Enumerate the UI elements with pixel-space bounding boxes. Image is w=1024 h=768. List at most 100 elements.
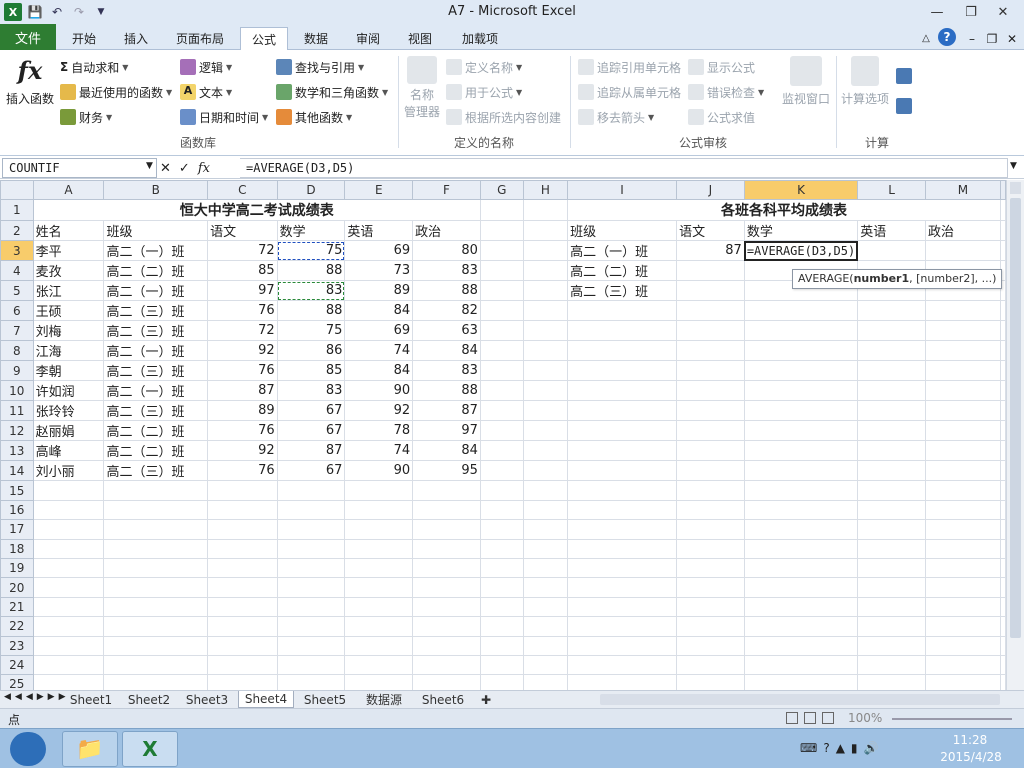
cell-I13[interactable] — [567, 440, 678, 462]
cell-D6[interactable]: 88 — [276, 300, 346, 322]
cell-K23[interactable] — [743, 635, 859, 656]
row-header[interactable]: 1 — [0, 199, 34, 222]
cell-H16[interactable] — [522, 499, 569, 521]
row-header[interactable]: 20 — [0, 577, 34, 598]
cell-C21[interactable] — [207, 596, 278, 618]
cell-H19[interactable] — [522, 557, 569, 579]
cell-B13[interactable]: 高二（二）班 — [103, 440, 209, 462]
cell-C16[interactable] — [207, 499, 278, 521]
cell-K15[interactable] — [743, 480, 859, 501]
cell-J22[interactable] — [676, 616, 745, 637]
cell-K18[interactable] — [743, 538, 859, 559]
row-header[interactable]: 10 — [0, 380, 34, 402]
cell-G22[interactable] — [479, 616, 524, 637]
sheet-tab-2[interactable]: Sheet2 — [122, 691, 176, 708]
cell-A10[interactable]: 许如润 — [32, 380, 105, 402]
cell-F11[interactable]: 87 — [412, 400, 481, 422]
name-box[interactable]: COUNTIF — [2, 158, 157, 178]
cell-D7[interactable]: 75 — [276, 320, 346, 342]
cell-K7[interactable] — [743, 320, 859, 342]
column-header-G[interactable]: G — [479, 180, 524, 201]
cell-N24[interactable] — [1000, 654, 1006, 676]
cell-B10[interactable]: 高二（一）班 — [103, 380, 209, 402]
cell-D19[interactable] — [276, 557, 346, 579]
ws-minimize-icon[interactable]: – — [964, 27, 980, 50]
cell-F2[interactable]: 政治 — [412, 220, 481, 242]
cell-E22[interactable] — [344, 616, 414, 637]
insert-function-button[interactable]: fx 插入函数 — [4, 56, 56, 116]
worksheet-grid[interactable]: ABCDEFGHIJKLM 1 恒大中学高二考试成绩表 各班各科平均成绩表 2 姓名 班级… — [0, 180, 1006, 690]
cell-A9[interactable]: 李朝 — [32, 360, 105, 382]
cell-M7[interactable] — [924, 320, 1002, 342]
cell-F12[interactable]: 97 — [412, 420, 481, 442]
cell-N3[interactable] — [1000, 240, 1006, 262]
evaluate-formula-button[interactable]: 公式求值 — [688, 106, 755, 128]
cell-A18[interactable] — [32, 538, 105, 559]
cell-F25[interactable] — [412, 674, 481, 690]
autosum-button[interactable]: Σ 自动求和 ▼ — [60, 56, 128, 78]
cell-G21[interactable] — [479, 596, 524, 618]
cell-K24[interactable] — [743, 654, 859, 676]
tab-addins[interactable]: 加载项 — [452, 27, 508, 50]
cell-L23[interactable] — [857, 635, 926, 656]
column-header-B[interactable]: B — [103, 180, 209, 201]
cell-D22[interactable] — [276, 616, 346, 637]
cell-C8[interactable]: 92 — [207, 340, 278, 362]
cell-E9[interactable]: 84 — [344, 360, 414, 382]
cell-C23[interactable] — [207, 635, 278, 656]
cell-I5[interactable]: 高二（三）班 — [567, 280, 678, 302]
cell-K20[interactable] — [743, 577, 859, 598]
cell-H6[interactable] — [522, 300, 569, 322]
cell-N15[interactable] — [1000, 480, 1006, 501]
cell-C10[interactable]: 87 — [207, 380, 278, 402]
cell-J16[interactable] — [676, 499, 745, 521]
cell-J5[interactable] — [676, 280, 745, 302]
cell-J12[interactable] — [676, 420, 745, 442]
cell-L24[interactable] — [857, 654, 926, 676]
cell-H10[interactable] — [522, 380, 569, 402]
define-name-button[interactable]: 定义名称 ▼ — [446, 56, 522, 78]
cell-M18[interactable] — [924, 538, 1002, 559]
cell-H24[interactable] — [522, 654, 569, 676]
cell-D2[interactable]: 数学 — [276, 220, 346, 242]
cell-M24[interactable] — [924, 654, 1002, 676]
cell-A8[interactable]: 江海 — [32, 340, 105, 362]
cell-C20[interactable] — [207, 577, 278, 598]
cell-C11[interactable]: 89 — [207, 400, 278, 422]
cell-K19[interactable] — [743, 557, 859, 579]
minimize-icon[interactable]: — — [924, 2, 950, 22]
row-header[interactable]: 16 — [0, 499, 34, 521]
cell-K13[interactable] — [743, 440, 859, 462]
cell-H14[interactable] — [522, 460, 569, 482]
cell-D20[interactable] — [276, 577, 346, 598]
row-header[interactable]: 2 — [0, 220, 34, 242]
cell-F10[interactable]: 88 — [412, 380, 481, 402]
cell-F18[interactable] — [412, 538, 481, 559]
cell-A5[interactable]: 张江 — [32, 280, 105, 302]
cell-A21[interactable] — [32, 596, 105, 618]
name-manager-button[interactable]: 名称 管理器 — [402, 56, 442, 120]
cell-F24[interactable] — [412, 654, 481, 676]
cell-D18[interactable] — [276, 538, 346, 559]
cell-J15[interactable] — [676, 480, 745, 501]
cell-C22[interactable] — [207, 616, 278, 637]
cell-F4[interactable]: 83 — [412, 260, 481, 282]
cell-E11[interactable]: 92 — [344, 400, 414, 422]
cell-N10[interactable] — [1000, 380, 1006, 402]
cell-E6[interactable]: 84 — [344, 300, 414, 322]
cell-A22[interactable] — [32, 616, 105, 637]
cell-I14[interactable] — [567, 460, 678, 482]
cell-B2[interactable]: 班级 — [103, 220, 209, 242]
collapse-ribbon-icon[interactable]: △ — [918, 27, 934, 50]
cell-F16[interactable] — [412, 499, 481, 521]
cell-M10[interactable] — [924, 380, 1002, 402]
cell-E15[interactable] — [344, 480, 414, 501]
tab-page-layout[interactable]: 页面布局 — [168, 27, 232, 50]
active-cell-K3[interactable]: =AVERAGE(D3,D5) — [743, 240, 859, 262]
cell-L11[interactable] — [857, 400, 926, 422]
cell-N23[interactable] — [1000, 635, 1006, 656]
cell-G16[interactable] — [479, 499, 524, 521]
cell-I19[interactable] — [567, 557, 678, 579]
cell-G10[interactable] — [479, 380, 524, 402]
datetime-button[interactable]: 日期和时间 ▼ — [180, 106, 268, 128]
